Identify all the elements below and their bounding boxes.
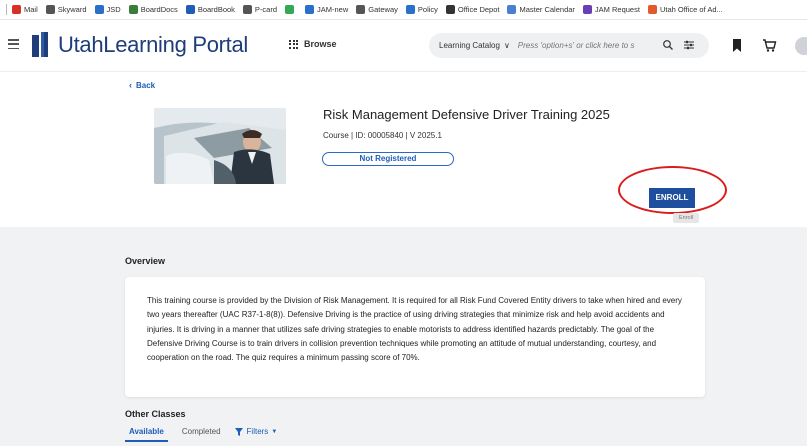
tab-available[interactable]: Available <box>125 427 168 442</box>
avatar[interactable] <box>795 37 807 55</box>
other-classes-tabs: Available Completed Filters ▼ <box>125 427 278 442</box>
boardbook-icon <box>185 5 195 14</box>
search-bar: Learning Catalog ∨ <box>429 33 709 58</box>
gmail-icon <box>12 5 21 14</box>
globe-icon <box>356 5 366 14</box>
other-classes-heading: Other Classes <box>125 409 186 419</box>
back-link[interactable]: ‹ Back <box>129 80 155 90</box>
bookmark-item[interactable]: Master Calendar <box>507 5 575 14</box>
bookmark-label: JAM-new <box>317 5 349 14</box>
bookmark-item[interactable]: Office Depot <box>445 5 500 14</box>
bookmark-label: JAM Request <box>594 5 640 14</box>
caret-down-icon: ▼ <box>271 428 278 435</box>
bookmark-item[interactable]: JSD <box>94 5 121 14</box>
bookmark-icon[interactable] <box>732 39 742 52</box>
course-thumbnail <box>154 108 286 184</box>
overview-text: This training course is provided by the … <box>147 296 682 363</box>
bookmark-label: BoardDocs <box>140 5 178 14</box>
boarddocs-icon <box>128 5 138 14</box>
globe-icon <box>242 5 252 14</box>
funnel-icon <box>234 427 243 436</box>
globe-icon <box>45 5 55 14</box>
bookmark-label: Utah Office of Ad... <box>659 5 723 14</box>
bookmarks-list: Mail Skyward JSD BoardDocs BoardBook P-card JA… <box>12 5 731 14</box>
catalog-dropdown[interactable]: Learning Catalog <box>439 41 500 50</box>
bookmark-item[interactable] <box>285 5 297 14</box>
menu-icon[interactable] <box>8 39 19 49</box>
bookmark-label: Gateway <box>368 5 398 14</box>
course-title: Risk Management Defensive Driver Trainin… <box>323 107 610 122</box>
bookmark-item[interactable]: JAM Request <box>582 5 640 14</box>
overview-card: This training course is provided by the … <box>125 277 705 397</box>
bookmark-item[interactable]: Utah Office of Ad... <box>647 5 723 14</box>
utah-office-icon <box>647 5 657 14</box>
bookmark-label: JSD <box>106 5 121 14</box>
bookmark-label: Policy <box>417 5 438 14</box>
shield-icon <box>305 5 315 14</box>
bookmark-item[interactable]: P-card <box>242 5 278 14</box>
bookmark-label: Master Calendar <box>519 5 575 14</box>
bookmarks-separator <box>6 4 7 15</box>
form-icon <box>582 5 592 14</box>
chevron-left-icon: ‹ <box>129 80 132 90</box>
annotation-circle <box>618 166 727 214</box>
tab-completed[interactable]: Completed <box>178 427 225 440</box>
cart-icon[interactable] <box>762 38 777 53</box>
bookmark-item[interactable]: Gateway <box>356 5 398 14</box>
policy-icon <box>405 5 415 14</box>
bookmark-item[interactable]: Mail <box>12 5 38 14</box>
grid-icon <box>289 39 298 49</box>
course-meta: Course | ID: 00005840 | V 2025.1 <box>323 131 442 140</box>
utah-logo-icon[interactable] <box>31 31 51 58</box>
bookmark-label: Skyward <box>57 5 87 14</box>
site-header: UtahLearning Portal Browse Learning Cata… <box>0 20 807 72</box>
overview-heading: Overview <box>125 256 166 266</box>
shield-icon <box>94 5 104 14</box>
chevron-down-icon[interactable]: ∨ <box>504 41 510 50</box>
bookmark-item[interactable]: Policy <box>405 5 438 14</box>
bookmark-label: Mail <box>24 5 38 14</box>
filter-sliders-icon[interactable] <box>683 39 695 51</box>
bookmarks-bar: Mail Skyward JSD BoardDocs BoardBook P-card JA… <box>0 0 807 20</box>
filters-dropdown[interactable]: Filters ▼ <box>234 427 278 436</box>
bookmark-item[interactable]: BoardBook <box>185 5 235 14</box>
bookmark-item[interactable]: Skyward <box>45 5 87 14</box>
enroll-tooltip: Enroll <box>673 213 699 223</box>
bookmark-label: Office Depot <box>457 5 500 14</box>
drive-icon <box>285 5 295 14</box>
brand-title[interactable]: UtahLearning Portal <box>58 32 248 58</box>
office-depot-icon <box>445 5 455 14</box>
search-input[interactable] <box>517 41 658 50</box>
calendar-icon <box>507 5 517 14</box>
bookmark-label: P-card <box>254 5 278 14</box>
browse-button[interactable]: Browse <box>289 39 337 49</box>
bookmark-item[interactable]: JAM-new <box>305 5 348 14</box>
bookmark-item[interactable]: BoardDocs <box>128 5 178 14</box>
bookmark-label: BoardBook <box>197 5 235 14</box>
search-icon[interactable] <box>662 39 674 51</box>
status-badge: Not Registered <box>322 152 454 166</box>
